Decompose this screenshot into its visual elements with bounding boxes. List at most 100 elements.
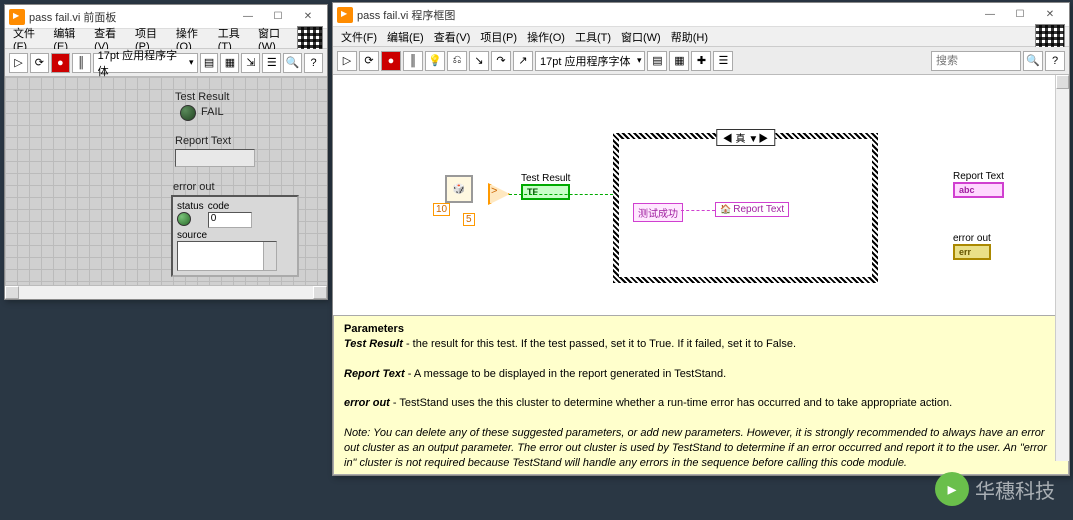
param1-label: Test Result	[344, 338, 403, 350]
wechat-icon: ▸	[935, 472, 969, 506]
step-over-button[interactable]: ↷	[491, 51, 511, 71]
terminal-type-icon: TF	[521, 184, 570, 200]
menu-project[interactable]: 项目(P)	[476, 28, 521, 46]
reorder-button[interactable]: ☰	[262, 53, 281, 73]
help-button[interactable]: ?	[304, 53, 323, 73]
front-panel-window: pass fail.vi 前面板 — ☐ ✕ 文件(F) 编辑(E) 查看(V)…	[4, 4, 328, 300]
param1-text: - the result for this test. If the test …	[403, 338, 796, 350]
step-into-button[interactable]: ↘	[469, 51, 489, 71]
bd-titlebar[interactable]: pass fail.vi 程序框图 — ☐ ✕	[333, 3, 1069, 27]
bd-title: pass fail.vi 程序框图	[357, 7, 975, 23]
terminal-type-icon: abc	[953, 182, 1004, 198]
fp-hscroll[interactable]	[5, 285, 327, 299]
run-cont-button[interactable]: ⟳	[359, 51, 379, 71]
close-button[interactable]: ✕	[293, 7, 323, 27]
highlight-exec-button[interactable]: 💡	[425, 51, 445, 71]
search-icon[interactable]: 🔍	[1023, 51, 1043, 71]
abort-button[interactable]: ●	[51, 53, 70, 73]
code-value[interactable]: 0	[208, 212, 252, 228]
scroll-track[interactable]	[19, 286, 313, 299]
status-label: status	[177, 201, 204, 212]
test-result-terminal[interactable]: Test Result TF	[521, 173, 570, 200]
scroll-right-icon[interactable]	[313, 286, 327, 299]
error-out-terminal[interactable]: error out err	[953, 233, 991, 260]
menu-help[interactable]: 帮助(H)	[667, 28, 712, 46]
source-label: source	[177, 230, 293, 241]
report-text-label: Report Text	[175, 135, 231, 147]
subvi-node[interactable]: 🎲	[445, 175, 473, 203]
pause-button[interactable]: ║	[403, 51, 423, 71]
terminal-type-icon: err	[953, 244, 991, 260]
param3-label: error out	[344, 397, 390, 409]
retain-wire-button[interactable]: ⎌	[447, 51, 467, 71]
bd-toolbar: ▷ ⟳ ● ║ 💡 ⎌ ↘ ↷ ↗ 17pt 应用程序字体 ▤ ▦ ✚ ☰ 🔍 …	[333, 47, 1069, 75]
resize-button[interactable]: ⇲	[241, 53, 260, 73]
source-box[interactable]	[177, 241, 277, 271]
menu-file[interactable]: 文件(F)	[337, 28, 381, 46]
code-label: code	[208, 201, 252, 212]
string-constant[interactable]: 测试成功	[633, 203, 683, 222]
run-cont-button[interactable]: ⟳	[30, 53, 49, 73]
bd-canvas[interactable]: 🎲 10 5 > Test Result TF ◀ 真 ▼▶ 测试成功 Repo…	[333, 75, 1069, 475]
error-out-label: error out	[173, 181, 215, 193]
parameters-panel: Parameters Test Result - the result for …	[333, 315, 1069, 475]
watermark-text: 华穗科技	[975, 475, 1055, 504]
align-button[interactable]: ▤	[647, 51, 667, 71]
menu-tools[interactable]: 工具(T)	[571, 28, 615, 46]
menu-edit[interactable]: 编辑(E)	[383, 28, 428, 46]
report-text-terminal[interactable]: Report Text abc	[953, 171, 1004, 198]
font-select[interactable]: 17pt 应用程序字体	[93, 53, 198, 73]
test-result-led[interactable]	[180, 105, 196, 121]
error-out-cluster[interactable]: status code 0 source	[171, 195, 299, 277]
close-button[interactable]: ✕	[1035, 5, 1065, 25]
cleanup-button[interactable]: ✚	[691, 51, 711, 71]
fp-title: pass fail.vi 前面板	[29, 9, 233, 25]
wire-string	[681, 210, 715, 211]
bd-vscroll[interactable]	[1055, 75, 1069, 461]
search-input[interactable]	[931, 51, 1021, 71]
abort-button[interactable]: ●	[381, 51, 401, 71]
param2-text: - A message to be displayed in the repor…	[405, 368, 726, 380]
align-button[interactable]: ▤	[200, 53, 219, 73]
wire-bool	[509, 194, 613, 195]
distribute-button[interactable]: ▦	[669, 51, 689, 71]
terminal-label: error out	[953, 233, 991, 244]
help-button[interactable]: ?	[1045, 51, 1065, 71]
status-led[interactable]	[177, 212, 191, 226]
report-text-indicator[interactable]	[175, 149, 255, 167]
param2-label: Report Text	[344, 368, 405, 380]
block-diagram-window: pass fail.vi 程序框图 — ☐ ✕ 文件(F) 编辑(E) 查看(V…	[332, 2, 1070, 476]
search-button[interactable]: 🔍	[283, 53, 302, 73]
case-selector[interactable]: ◀ 真 ▼▶	[716, 129, 775, 146]
run-button[interactable]: ▷	[337, 51, 357, 71]
terminal-label: Report Text	[953, 171, 1004, 182]
labview-icon	[337, 7, 353, 23]
distribute-button[interactable]: ▦	[220, 53, 239, 73]
fail-text: FAIL	[201, 106, 224, 118]
menu-operate[interactable]: 操作(O)	[523, 28, 569, 46]
minimize-button[interactable]: —	[975, 5, 1005, 25]
vi-icon[interactable]	[297, 26, 323, 52]
const-10[interactable]: 10	[433, 203, 450, 216]
local-variable-report-text[interactable]: Report Text	[715, 202, 789, 217]
font-select[interactable]: 17pt 应用程序字体	[535, 51, 645, 71]
fp-toolbar: ▷ ⟳ ● ║ 17pt 应用程序字体 ▤ ▦ ⇲ ☰ 🔍 ?	[5, 49, 327, 77]
pause-button[interactable]: ║	[72, 53, 91, 73]
menu-view[interactable]: 查看(V)	[430, 28, 475, 46]
scroll-up-icon[interactable]	[1056, 75, 1069, 89]
scroll-left-icon[interactable]	[5, 286, 19, 299]
const-5[interactable]: 5	[463, 213, 475, 226]
fp-canvas[interactable]: Test Result FAIL Report Text error out s…	[5, 77, 327, 285]
param3-text: - TestStand uses the this cluster to det…	[390, 397, 952, 409]
test-result-label: Test Result	[175, 91, 229, 103]
run-button[interactable]: ▷	[9, 53, 28, 73]
bd-menubar: 文件(F) 编辑(E) 查看(V) 项目(P) 操作(O) 工具(T) 窗口(W…	[333, 27, 1069, 47]
step-out-button[interactable]: ↗	[513, 51, 533, 71]
reorder-button[interactable]: ☰	[713, 51, 733, 71]
greater-than-icon: >	[491, 185, 497, 197]
params-heading: Parameters	[344, 323, 404, 335]
menu-window[interactable]: 窗口(W)	[617, 28, 665, 46]
vi-icon[interactable]	[1035, 24, 1065, 50]
params-note: Note: You can delete any of these sugges…	[344, 427, 1047, 469]
maximize-button[interactable]: ☐	[1005, 5, 1035, 25]
